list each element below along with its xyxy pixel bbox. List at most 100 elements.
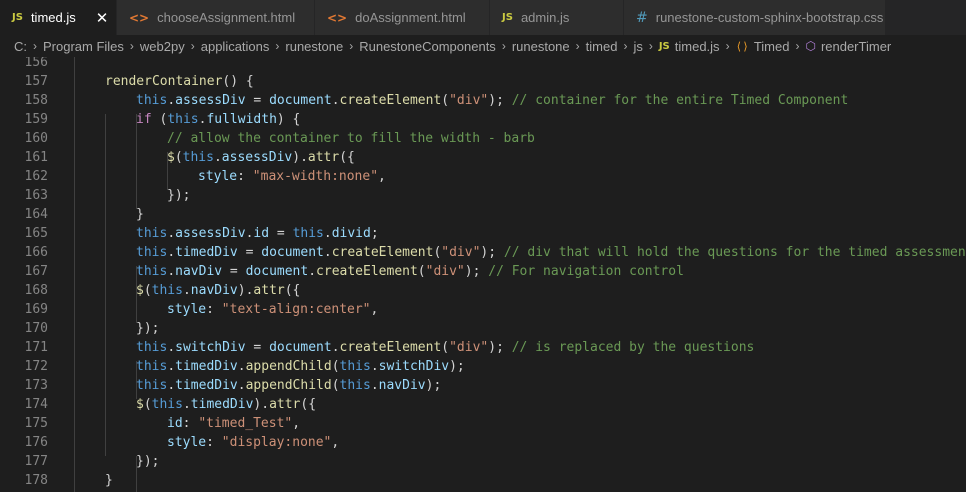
code-token: : xyxy=(206,302,222,317)
line-number: 175 xyxy=(24,416,48,431)
code-token: ). xyxy=(292,150,308,165)
code-token: this xyxy=(292,226,324,241)
breadcrumb-item[interactable]: web2py xyxy=(140,39,185,54)
breadcrumb-file[interactable]: timed.js xyxy=(675,39,720,54)
chevron-right-icon: › xyxy=(795,39,800,53)
js-file-icon: JS xyxy=(658,40,670,52)
code-line[interactable]: 170}); xyxy=(0,319,966,338)
code-line[interactable]: 177}); xyxy=(0,452,966,471)
line-number: 159 xyxy=(24,112,48,127)
code-line[interactable]: 164} xyxy=(0,205,966,224)
line-number: 177 xyxy=(24,454,48,469)
chevron-right-icon: › xyxy=(575,39,580,53)
tab-admin-js[interactable]: JS admin.js xyxy=(490,0,624,35)
code-token: . xyxy=(323,245,332,260)
code-line[interactable]: 178} xyxy=(0,471,966,490)
code-token: ). xyxy=(253,397,270,412)
code-token: . xyxy=(167,378,176,393)
code-line[interactable]: 176 style: "display:none", xyxy=(0,433,966,452)
tab-timed-js[interactable]: JS timed.js ✕ xyxy=(0,0,117,35)
code-token: ) { xyxy=(276,112,301,127)
breadcrumb-item[interactable]: runestone xyxy=(285,39,343,54)
code-token: if xyxy=(136,112,152,127)
code-text: }); xyxy=(136,452,159,471)
code-text: this.navDiv = document.createElement("di… xyxy=(136,262,684,281)
code-line[interactable]: 168 $(this.navDiv).attr({ xyxy=(0,281,966,300)
code-text: this.timedDiv.appendChild(this.switchDiv… xyxy=(136,357,465,376)
breadcrumb-item[interactable]: timed xyxy=(586,39,618,54)
code-line[interactable]: 171 this.switchDiv = document.createEleme… xyxy=(0,338,966,357)
code-token: . xyxy=(308,264,317,279)
close-icon[interactable]: ✕ xyxy=(96,9,109,27)
chevron-right-icon: › xyxy=(623,39,628,53)
breadcrumb-item[interactable]: RunestoneComponents xyxy=(359,39,496,54)
code-line[interactable]: 173 this.timedDiv.appendChild(this.navDiv… xyxy=(0,376,966,395)
code-line[interactable]: 167 this.navDiv = document.createElement(… xyxy=(0,262,966,281)
code-token: this xyxy=(339,359,371,374)
code-token: . xyxy=(182,397,191,412)
code-token: this xyxy=(136,359,168,374)
code-line[interactable]: 172 this.timedDiv.appendChild(this.switch… xyxy=(0,357,966,376)
code-token: // allow the container to fill the width… xyxy=(167,131,535,146)
code-line[interactable]: 162 style: "max-width:none", xyxy=(0,167,966,186)
code-token: } xyxy=(105,473,113,488)
code-token: ({ xyxy=(284,283,301,298)
code-line[interactable]: 157 renderContainer() { xyxy=(0,72,966,91)
class-icon: ⟨⟩ xyxy=(735,39,749,53)
code-line[interactable]: 161 $(this.assessDiv).attr({ xyxy=(0,148,966,167)
tab-doassignment-html[interactable]: <> doAssignment.html xyxy=(315,0,490,35)
code-token: = xyxy=(237,245,262,260)
code-line[interactable]: 175 id: "timed_Test", xyxy=(0,414,966,433)
code-token: this xyxy=(151,397,183,412)
code-token: }); xyxy=(167,188,191,203)
breadcrumb-item[interactable]: C: xyxy=(14,39,27,54)
code-line[interactable]: 169 style: "text-align:center", xyxy=(0,300,966,319)
code-token: : xyxy=(206,435,222,450)
code-token: "div" xyxy=(425,264,465,279)
breadcrumb-item[interactable]: runestone xyxy=(512,39,570,54)
code-text: }); xyxy=(167,186,190,205)
code-token: ); xyxy=(480,245,504,260)
code-token: timedDiv xyxy=(175,245,238,260)
code-token: ( xyxy=(174,150,183,165)
breadcrumb-item[interactable]: js xyxy=(633,39,642,54)
breadcrumb-method[interactable]: renderTimer xyxy=(821,39,891,54)
code-line[interactable]: 163}); xyxy=(0,186,966,205)
code-token: "div" xyxy=(449,93,489,108)
code-token: "text-align:center" xyxy=(221,302,371,317)
code-line[interactable]: 165 this.assessDiv.id = this.divid; xyxy=(0,224,966,243)
code-token: "timed_Test" xyxy=(198,416,293,431)
code-token: } xyxy=(136,207,144,222)
code-text: this.switchDiv = document.createElement(… xyxy=(136,338,754,357)
code-token: timedDiv xyxy=(175,378,238,393)
code-token: ({ xyxy=(300,397,317,412)
code-line[interactable]: 158 this.assessDiv = document.createEleme… xyxy=(0,91,966,110)
code-line[interactable]: 166 this.timedDiv = document.createElemen… xyxy=(0,243,966,262)
code-line[interactable]: 159 if (this.fullwidth) { xyxy=(0,110,966,129)
code-token: createElement xyxy=(316,264,418,279)
code-editor[interactable]: 156 157 renderContainer() {158 this.assessD… xyxy=(0,57,966,492)
breadcrumb-class[interactable]: Timed xyxy=(754,39,790,54)
code-text: style: "display:none", xyxy=(167,433,339,452)
code-token: . xyxy=(213,150,222,165)
code-token: attr xyxy=(269,397,301,412)
line-number: 164 xyxy=(24,207,48,222)
code-token: style xyxy=(198,169,238,184)
line-number: 171 xyxy=(24,340,48,355)
code-token: . xyxy=(237,378,246,393)
code-text: } xyxy=(136,205,144,224)
code-token: ( xyxy=(441,93,450,108)
code-line[interactable]: 160 // allow the container to fill the wi… xyxy=(0,129,966,148)
code-line[interactable]: 174 $(this.timedDiv).attr({ xyxy=(0,395,966,414)
breadcrumb-item[interactable]: applications xyxy=(201,39,270,54)
code-token: = xyxy=(222,264,246,279)
breadcrumb-item[interactable]: Program Files xyxy=(43,39,124,54)
code-token: : xyxy=(182,416,199,431)
tab-runestone-custom-sphinx-bootstrap-css[interactable]: # runestone-custom-sphinx-bootstrap.css xyxy=(624,0,886,35)
line-number: 170 xyxy=(24,321,48,336)
js-file-icon: JS xyxy=(502,12,513,23)
code-line[interactable]: 156 xyxy=(0,57,966,72)
code-token: ( xyxy=(151,112,168,127)
tab-chooseassignment-html[interactable]: <> chooseAssignment.html xyxy=(117,0,315,35)
code-token: document xyxy=(261,245,324,260)
